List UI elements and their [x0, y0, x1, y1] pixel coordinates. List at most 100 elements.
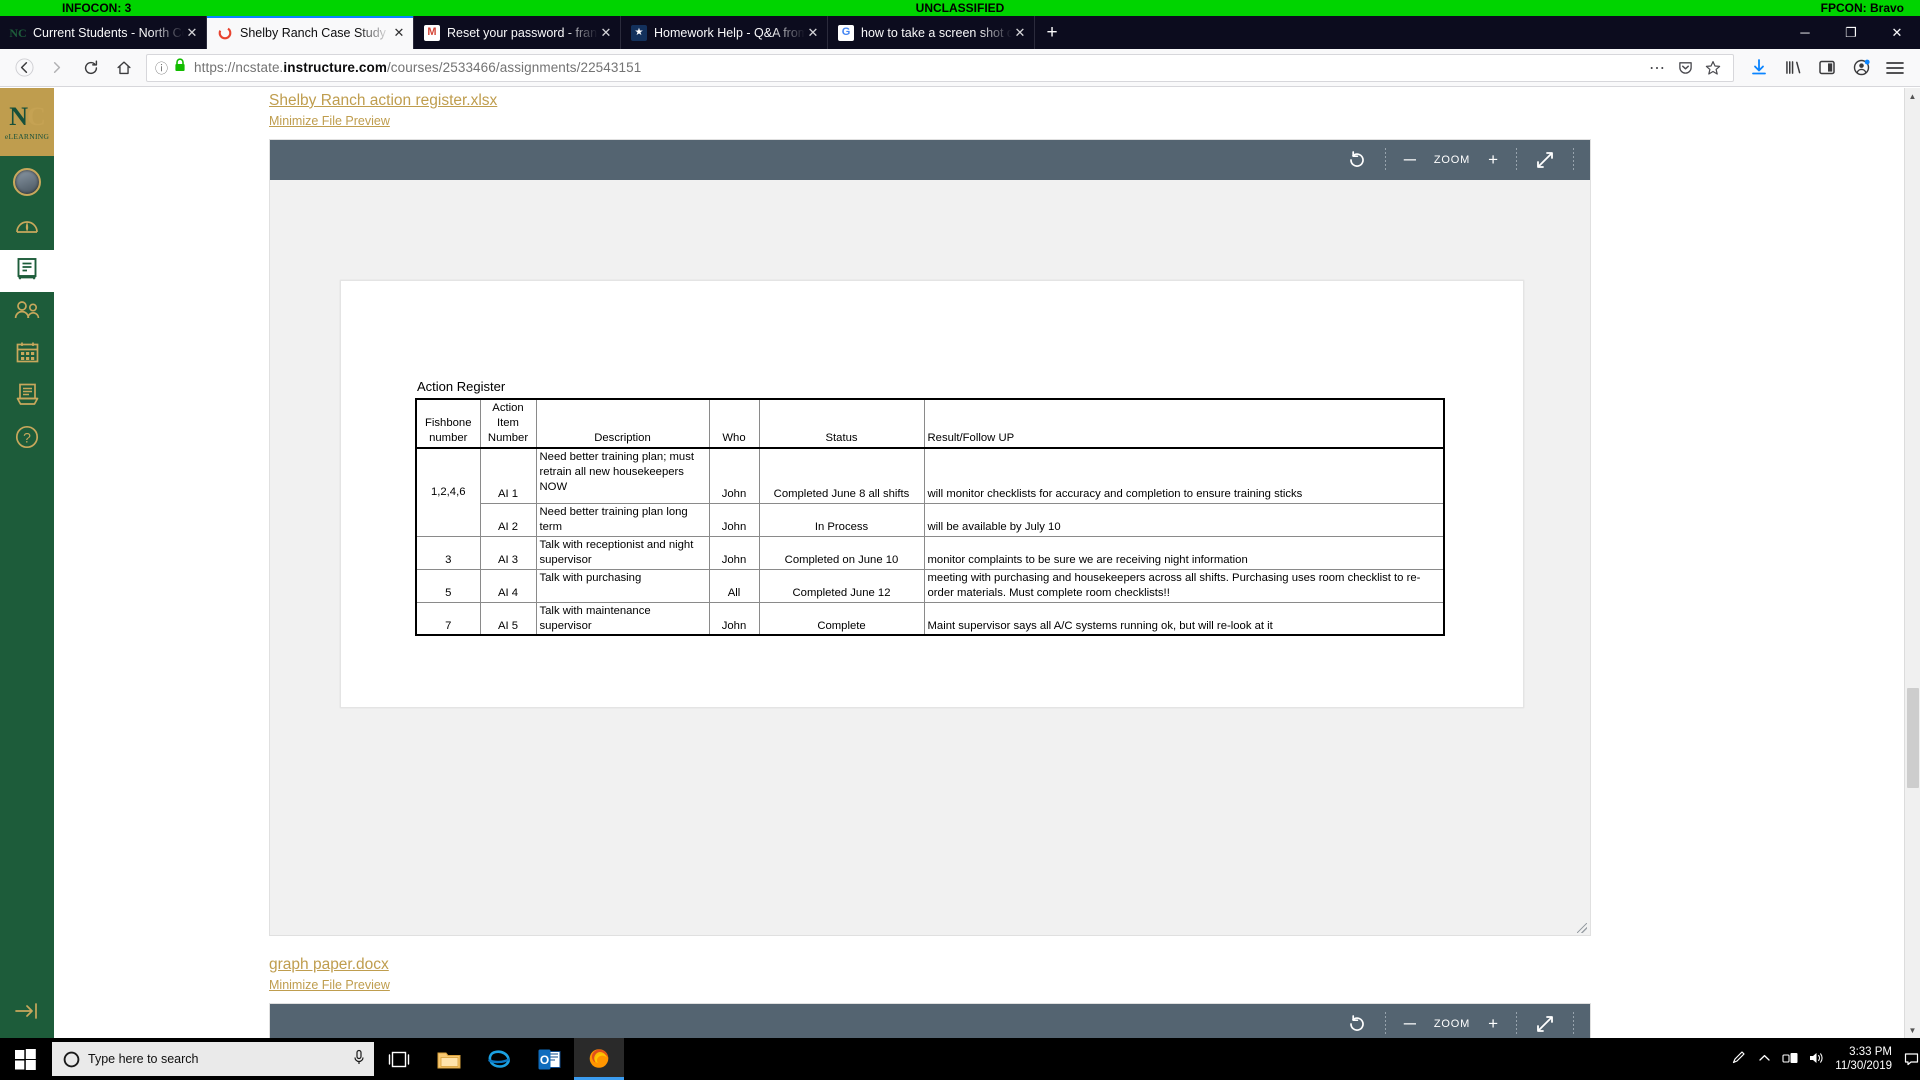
fullscreen-arrows-icon[interactable]: [1523, 1004, 1567, 1038]
close-icon[interactable]: ✕: [1012, 25, 1028, 41]
window-minimize-button[interactable]: ─: [1782, 16, 1828, 49]
taskbar-app-outlook[interactable]: O: [524, 1038, 574, 1080]
sidebar-item-help[interactable]: ?: [0, 418, 54, 460]
sidebar-item-inbox[interactable]: [0, 376, 54, 418]
user-avatar-icon: [13, 168, 41, 196]
cell-fishbone: 1,2,4,6: [415, 447, 481, 537]
file-link-docx[interactable]: graph paper.docx: [269, 952, 1904, 974]
toolbar-separator: [1516, 1012, 1517, 1036]
nc-elearning-logo[interactable]: NC eLEARNING: [0, 88, 54, 156]
browser-tab-1[interactable]: Shelby Ranch Case Study ✕: [207, 16, 414, 49]
tab-title: how to take a screen shot on sa: [861, 25, 1012, 40]
close-icon[interactable]: ✕: [391, 25, 407, 41]
info-circle-icon[interactable]: ⓘ: [155, 58, 168, 77]
sidebar-item-account[interactable]: [0, 156, 54, 208]
zoom-out-button[interactable]: ─: [1392, 1004, 1428, 1038]
zoom-in-button[interactable]: +: [1476, 140, 1510, 180]
clock-time: 3:33 PM: [1849, 1045, 1892, 1058]
file-preview-docx: ─ ZOOM +: [269, 1003, 1591, 1038]
account-icon[interactable]: [1844, 53, 1878, 83]
header-fishbone: Fishbone number: [415, 398, 481, 449]
hamburger-menu-icon[interactable]: [1878, 53, 1912, 83]
svg-text:O: O: [539, 1053, 548, 1067]
fullscreen-arrows-icon[interactable]: [1523, 140, 1567, 180]
sidebar-icon[interactable]: [1810, 53, 1844, 83]
sidebar-item-groups[interactable]: [0, 292, 54, 334]
library-icon[interactable]: [1776, 53, 1810, 83]
search-input[interactable]: Type here to search: [52, 1042, 374, 1076]
close-icon[interactable]: ✕: [598, 25, 614, 41]
window-restore-button[interactable]: ❐: [1828, 16, 1874, 49]
pen-icon[interactable]: [1725, 1050, 1751, 1068]
header-result: Result/Follow UP: [923, 398, 1445, 449]
volume-icon[interactable]: [1803, 1051, 1829, 1068]
header-status: Status: [758, 398, 925, 449]
pocket-icon[interactable]: [1671, 60, 1699, 75]
zoom-out-button[interactable]: ─: [1392, 140, 1428, 180]
minimize-file-preview-link-1[interactable]: Minimize File Preview: [269, 978, 1904, 992]
cell-who: John: [708, 601, 760, 637]
coursehero-star-icon: ★: [631, 24, 647, 41]
reload-button[interactable]: [74, 53, 107, 83]
sidebar-item-dashboard[interactable]: [0, 208, 54, 250]
taskbar-app-internet-explorer[interactable]: [474, 1038, 524, 1080]
preview-resize-handle[interactable]: [1577, 923, 1587, 933]
taskbar-app-file-explorer[interactable]: [424, 1038, 474, 1080]
cell-status: Complete: [758, 601, 925, 637]
zoom-label: ZOOM: [1433, 1018, 1471, 1030]
tab-title: Shelby Ranch Case Study: [240, 25, 386, 40]
scroll-down-arrow-icon[interactable]: ▼: [1905, 1022, 1920, 1038]
back-button[interactable]: [8, 53, 41, 83]
browser-tab-2[interactable]: M Reset your password - frank.v.w ✕: [414, 16, 621, 49]
svg-text:?: ?: [23, 429, 31, 445]
file-link-xlsx[interactable]: Shelby Ranch action register.xlsx: [269, 88, 1904, 110]
bookmark-star-icon[interactable]: [1699, 60, 1727, 76]
url-domain: instructure.com: [283, 60, 387, 75]
cell-description: Talk with purchasing: [535, 568, 710, 603]
browser-tab-0[interactable]: NC Current Students - North Centr ✕: [0, 16, 207, 49]
task-view-icon[interactable]: [374, 1038, 424, 1080]
page-scrollbar[interactable]: ▲ ▼: [1904, 88, 1920, 1038]
table-row: 1,2,4,6 AI 1 Need better training plan; …: [415, 447, 1445, 537]
browser-tab-3[interactable]: ★ Homework Help - Q&A from O ✕: [621, 16, 828, 49]
zoom-in-button[interactable]: +: [1476, 1004, 1510, 1038]
nav-collapse-icon[interactable]: [0, 1002, 54, 1020]
window-close-button[interactable]: ✕: [1874, 16, 1920, 49]
minimize-file-preview-link-0[interactable]: Minimize File Preview: [269, 114, 1904, 128]
notification-icon[interactable]: [1902, 1038, 1920, 1080]
search-placeholder: Type here to search: [88, 1052, 199, 1066]
home-button[interactable]: [107, 53, 140, 83]
forward-button[interactable]: [41, 53, 74, 83]
scrollbar-thumb[interactable]: [1907, 688, 1919, 788]
chevron-up-icon[interactable]: [1751, 1053, 1777, 1066]
scroll-up-arrow-icon[interactable]: ▲: [1905, 88, 1920, 104]
rotate-icon[interactable]: [1335, 1004, 1379, 1038]
sidebar-item-courses[interactable]: [0, 250, 54, 292]
url-path: /courses/2533466/assignments/22543151: [386, 60, 642, 75]
canvas-global-navigation: NC eLEARNING ?: [0, 88, 54, 1038]
system-tray: 3:33 PM 11/30/2019: [1725, 1038, 1920, 1080]
taskbar-app-firefox[interactable]: [574, 1038, 624, 1080]
toolbar-separator: [1384, 148, 1386, 172]
page-actions-icon[interactable]: ⋯: [1643, 58, 1671, 78]
windows-start-icon[interactable]: [0, 1038, 50, 1080]
infocon-label: INFOCON: 3: [62, 1, 132, 15]
download-arrow-icon[interactable]: [1742, 53, 1776, 83]
microphone-icon[interactable]: [352, 1049, 366, 1069]
new-tab-button[interactable]: +: [1035, 16, 1069, 49]
rotate-icon[interactable]: [1335, 140, 1379, 180]
close-icon[interactable]: ✕: [805, 25, 821, 41]
clock[interactable]: 3:33 PM 11/30/2019: [1829, 1045, 1902, 1074]
header-action-item: Action Item Number: [479, 398, 537, 449]
preview-canvas-area[interactable]: Action Register Fishbone number Action Ite…: [270, 180, 1590, 935]
browser-tab-4[interactable]: G how to take a screen shot on sa ✕: [828, 16, 1035, 49]
cell-who: All: [708, 568, 760, 603]
network-icon[interactable]: [1777, 1051, 1803, 1068]
sidebar-item-calendar[interactable]: [0, 334, 54, 376]
help-question-icon: ?: [14, 424, 40, 455]
url-bar[interactable]: ⓘ https://ncstate.instructure.com/course…: [146, 53, 1734, 82]
lock-icon[interactable]: [174, 58, 186, 77]
close-icon[interactable]: ✕: [184, 25, 200, 41]
calendar-icon: [15, 340, 40, 370]
classification-banner: INFOCON: 3 UNCLASSIFIED FPCON: Bravo: [0, 0, 1920, 16]
